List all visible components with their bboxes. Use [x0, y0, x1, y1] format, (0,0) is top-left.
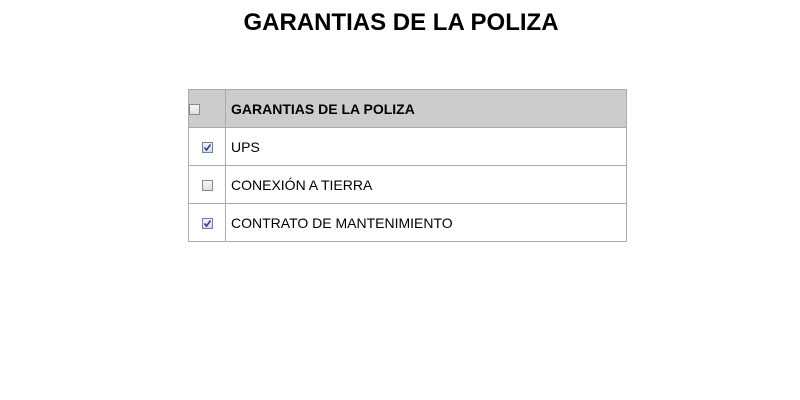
checkmark-icon — [203, 144, 211, 152]
row-checkbox-cell — [188, 165, 226, 204]
select-all-checkbox[interactable] — [189, 104, 200, 116]
guarantees-table: GARANTIAS DE LA POLIZA UPS CONEXIÓN A TI… — [188, 89, 627, 242]
header-checkbox-cell — [188, 89, 226, 128]
header-label: GARANTIAS DE LA POLIZA — [225, 89, 627, 128]
contrato-de-mantenimiento-checkbox[interactable] — [201, 218, 213, 230]
conexion-a-tierra-checkbox[interactable] — [201, 180, 213, 192]
table-row: CONEXIÓN A TIERRA — [188, 165, 627, 204]
table-row: UPS — [188, 127, 627, 166]
table-header-row: GARANTIAS DE LA POLIZA — [188, 89, 627, 128]
ups-checkbox[interactable] — [201, 142, 213, 154]
checkmark-icon — [203, 220, 211, 228]
row-label: CONEXIÓN A TIERRA — [225, 165, 627, 204]
table-row: CONTRATO DE MANTENIMIENTO — [188, 203, 627, 242]
row-checkbox-cell — [188, 127, 226, 166]
row-label: UPS — [225, 127, 627, 166]
row-label: CONTRATO DE MANTENIMIENTO — [225, 203, 627, 242]
page-title: GARANTIAS DE LA POLIZA — [243, 9, 559, 36]
row-checkbox-cell — [188, 203, 226, 242]
